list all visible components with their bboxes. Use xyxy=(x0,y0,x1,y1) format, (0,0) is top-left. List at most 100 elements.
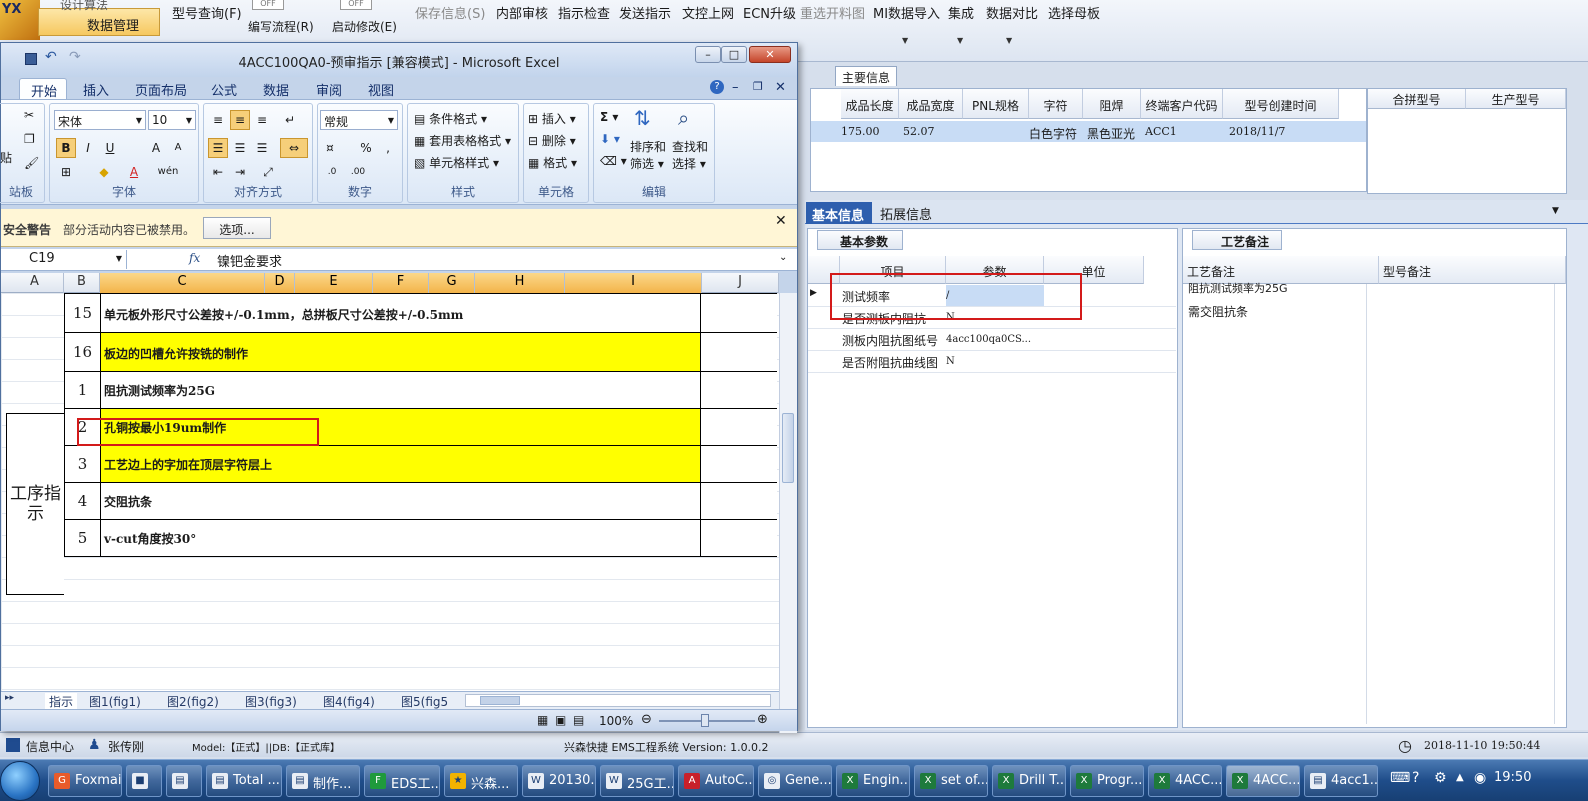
row-text[interactable]: 阻抗测试频率为25G xyxy=(101,372,701,408)
grid-header[interactable]: 成品长度 xyxy=(841,89,899,119)
sheet-tab[interactable]: 图4(fig4) xyxy=(323,693,375,710)
tab-process-notes[interactable]: 工艺备注 xyxy=(1192,230,1282,250)
sort-filter-button[interactable]: 排序和 筛选 ▾ xyxy=(630,138,666,172)
taskbar-item[interactable]: W 25G工... xyxy=(600,765,674,797)
tab-home[interactable]: 开始 xyxy=(19,78,67,100)
param-value[interactable]: N xyxy=(946,351,1044,367)
taskbar-item[interactable]: F EDS工... xyxy=(364,765,440,797)
wrap-text-icon[interactable]: ↵ xyxy=(280,110,300,130)
settings-tray-icon[interactable]: ⚙ xyxy=(1434,770,1447,786)
grow-font-icon[interactable]: A xyxy=(146,138,166,158)
insert-cells-button[interactable]: ⊞ 插入 ▾ xyxy=(528,110,576,127)
scroll-thumb[interactable] xyxy=(480,696,520,705)
sheet-tab[interactable]: 指示 xyxy=(45,693,78,710)
percent-icon[interactable]: % xyxy=(356,138,376,158)
toggle-switch[interactable]: OFF xyxy=(340,0,372,10)
chevron-down-icon[interactable]: ▼ xyxy=(1006,36,1012,45)
column-header[interactable]: C xyxy=(100,273,265,293)
italic-button[interactable]: I xyxy=(78,138,98,158)
taskbar-item[interactable]: A AutoC... xyxy=(678,765,754,797)
vertical-scrollbar[interactable] xyxy=(779,293,797,733)
taskbar-item[interactable]: ◎ Gene... xyxy=(758,765,832,797)
sidebar-item-design[interactable]: 设计算法 xyxy=(60,0,108,13)
currency-icon[interactable]: ¤ xyxy=(320,138,340,158)
sheet-tab[interactable]: 图5(fig5 xyxy=(401,693,448,710)
row-text[interactable]: v-cut角度按30° xyxy=(101,520,701,556)
excel-titlebar[interactable]: 4ACC100QA0-预审指示 [兼容模式] - Microsoft Excel xyxy=(1,43,797,77)
taskbar-clock[interactable]: 19:50 xyxy=(1494,770,1531,785)
taskbar-item[interactable]: ▤ 制作... xyxy=(286,765,360,797)
page-layout-view-icon[interactable]: ▣ xyxy=(555,713,566,727)
taskbar-item[interactable]: X 4ACC... xyxy=(1148,765,1222,797)
row-text[interactable]: 单元板外形尺寸公差按+/-0.1mm，总拼板尺寸公差按+/-0.5mm xyxy=(101,294,701,332)
tab-data[interactable]: 数据 xyxy=(263,80,289,99)
keyboard-icon[interactable]: ⌨ xyxy=(1390,770,1410,786)
phonetic-icon[interactable]: wén xyxy=(154,162,182,182)
grid-header[interactable]: 阻焊 xyxy=(1083,89,1141,119)
row-text[interactable]: 交阻抗条 xyxy=(101,483,701,519)
ribbon-minimize-icon[interactable]: – xyxy=(732,80,739,95)
orientation-icon[interactable]: ⤢ xyxy=(258,162,278,182)
ribbon-close-icon[interactable]: ✕ xyxy=(775,80,786,95)
grid-header[interactable]: 字符 xyxy=(1029,89,1083,119)
menu-doc-control[interactable]: 文控上网 xyxy=(682,3,734,22)
taskbar-item[interactable]: ▤ Total ... xyxy=(206,765,282,797)
taskbar-item[interactable]: ▤ xyxy=(166,765,202,797)
menu-ecn-upgrade[interactable]: ECN升级 xyxy=(743,3,796,22)
cell-style-button[interactable]: ▧ 单元格样式 ▾ xyxy=(414,154,499,171)
zoom-slider-thumb[interactable] xyxy=(701,714,709,727)
table-format-button[interactable]: ▦ 套用表格格式 ▾ xyxy=(414,132,511,149)
zoom-level[interactable]: 100% xyxy=(599,714,633,728)
align-center-icon[interactable]: ☰ xyxy=(230,138,250,158)
taskbar-item[interactable]: X Drill T... xyxy=(992,765,1066,797)
border-icon[interactable]: ⊞ xyxy=(56,162,76,182)
taskbar-item[interactable]: X Engin... xyxy=(836,765,910,797)
show-hidden-icons-icon[interactable]: ▲ xyxy=(1456,772,1464,783)
taskbar-item[interactable]: Xset of... xyxy=(914,765,988,797)
info-center-label[interactable]: 信息中心 xyxy=(26,738,74,755)
column-header[interactable]: J xyxy=(702,273,779,293)
menu-internal-review[interactable]: 内部审核 xyxy=(496,3,548,22)
tab-main-info[interactable]: 主要信息 xyxy=(835,66,897,86)
column-header[interactable]: F xyxy=(373,273,429,293)
param-row[interactable]: 测板内阻抗图纸号 4acc100qa0CS... xyxy=(808,329,1176,351)
conditional-format-button[interactable]: ▤ 条件格式 ▾ xyxy=(414,110,487,127)
table-row[interactable]: 15 单元板外形尺寸公差按+/-0.1mm，总拼板尺寸公差按+/-0.5mm xyxy=(64,293,777,333)
help-icon[interactable]: ? xyxy=(710,80,724,94)
table-row[interactable]: 16 板边的凹槽允许按铣的制作 xyxy=(64,333,777,372)
undo-icon[interactable]: ↶ xyxy=(45,49,57,65)
menu-model-query[interactable]: 型号查询(F) xyxy=(172,3,242,22)
increase-decimal-icon[interactable]: .0 xyxy=(322,162,342,182)
align-top-icon[interactable]: ≡ xyxy=(208,110,228,130)
fill-icon[interactable]: ⬇ ▾ xyxy=(600,132,620,146)
normal-view-icon[interactable]: ▦ xyxy=(537,713,548,727)
sort-filter-icon[interactable]: ⇅ xyxy=(634,106,651,130)
formula-input[interactable]: 镍钯金要求 xyxy=(217,251,282,270)
table-row[interactable]: 1 阻抗测试频率为25G xyxy=(64,372,777,409)
close-icon[interactable]: ✕ xyxy=(775,213,787,229)
grid-header[interactable]: 生产型号 xyxy=(1466,89,1566,109)
merged-cell-process[interactable]: 工序指示 xyxy=(6,413,64,595)
number-format-select[interactable]: 常规 ▼ xyxy=(320,110,398,130)
column-header[interactable]: H xyxy=(475,273,565,293)
menu-save-info[interactable]: 保存信息(S) xyxy=(415,3,485,22)
clear-icon[interactable]: ⌫ ▾ xyxy=(600,154,627,168)
sheet-tab[interactable]: 图2(fig2) xyxy=(167,693,219,710)
fill-color-icon[interactable]: ◆ xyxy=(94,162,114,182)
tab-review[interactable]: 审阅 xyxy=(316,80,342,99)
format-painter-icon[interactable]: 🖌 xyxy=(24,156,39,170)
taskbar-item[interactable]: ★ 兴森... xyxy=(444,765,518,797)
taskbar-item[interactable]: G Foxmail xyxy=(48,765,122,797)
format-cells-button[interactable]: ▦ 格式 ▾ xyxy=(528,154,577,171)
table-row[interactable]: 4 交阻抗条 xyxy=(64,483,777,520)
tab-basic-params[interactable]: 基本参数 xyxy=(817,230,903,250)
taskbar-item[interactable]: ■ xyxy=(126,765,162,797)
copy-icon[interactable]: ❐ xyxy=(24,132,35,146)
tab-basic-info[interactable]: 基本信息 xyxy=(806,202,872,224)
menu-check-instruction[interactable]: 指示检查 xyxy=(558,3,610,22)
font-name-select[interactable]: 宋体 ▼ xyxy=(54,110,146,130)
underline-button[interactable]: U xyxy=(100,138,120,158)
minimize-button[interactable]: – xyxy=(695,46,721,63)
column-header[interactable]: A xyxy=(6,273,64,293)
align-left-icon[interactable]: ☰ xyxy=(208,138,228,158)
